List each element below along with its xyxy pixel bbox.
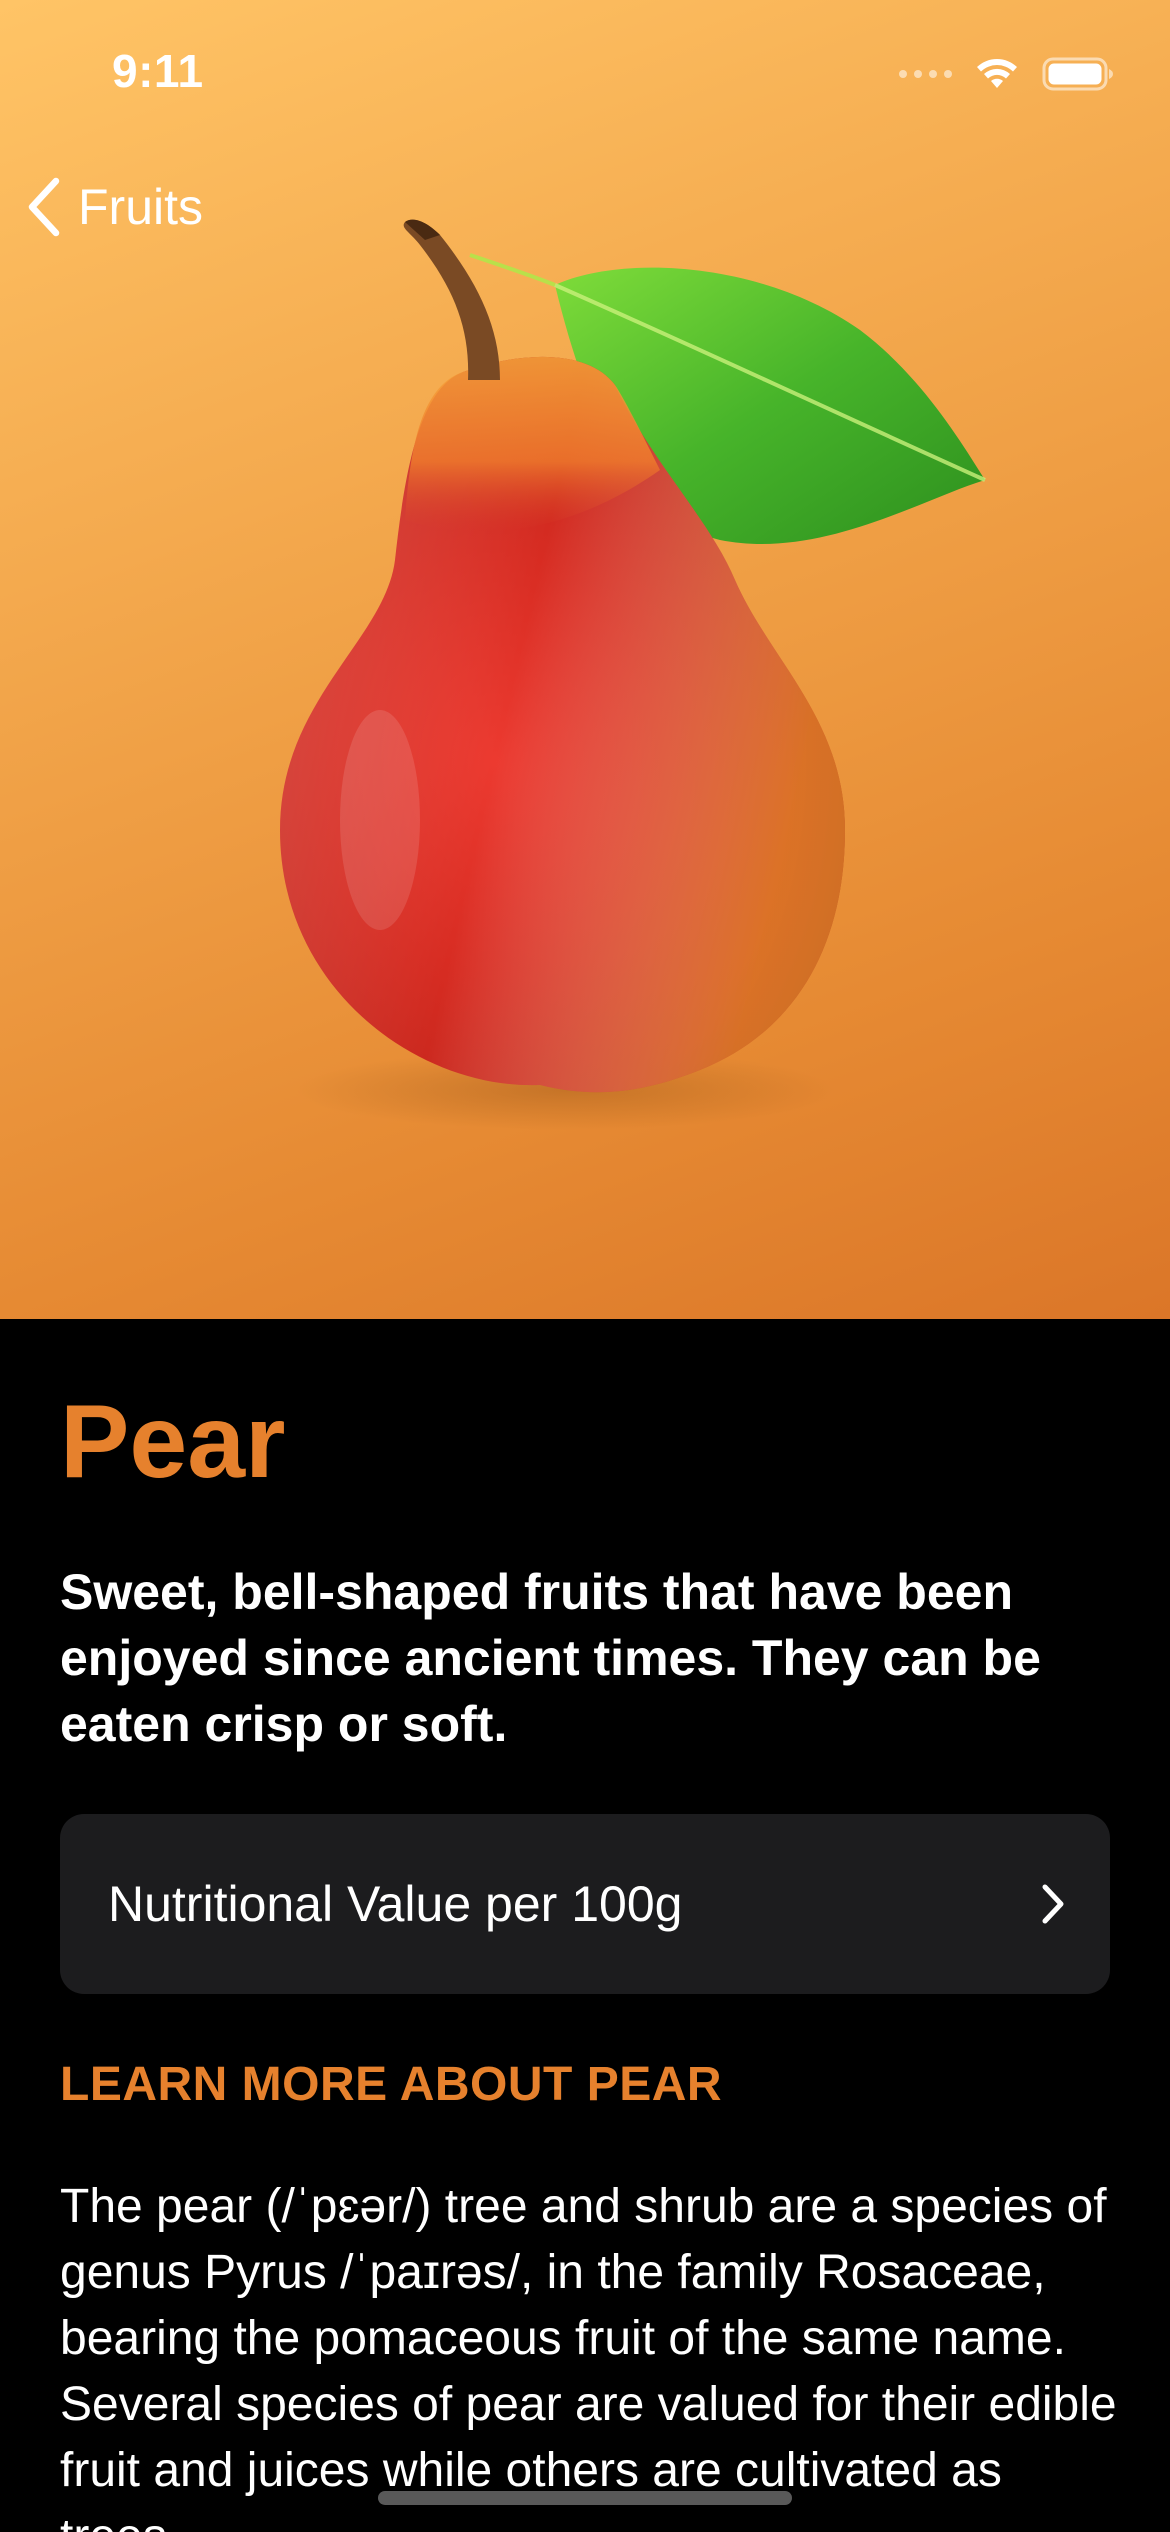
fruit-description: The pear (/ˈpɛər/) tree and shrub are a … [60,2180,1117,2532]
chevron-left-icon [28,177,60,237]
fruit-summary: Sweet, bell-shaped fruits that have been… [60,1564,1041,1752]
back-button-label: Fruits [78,179,203,235]
back-button[interactable]: Fruits [26,172,203,242]
fruit-detail-screen: 9:11 Fruits Pear Sweet, bell-shaped frui… [0,0,1170,2532]
cellular-dots-icon [899,70,952,78]
battery-icon [1042,57,1113,91]
nutritional-value-label: Nutritional Value per 100g [108,1876,683,1932]
chevron-right-icon [1042,1884,1064,1924]
status-icons [899,56,1114,92]
fruit-details: Pear Sweet, bell-shaped fruits that have… [0,1319,1170,2532]
fruit-title: Pear [60,1384,286,1500]
learn-more-header: LEARN MORE ABOUT PEAR [60,2058,723,2111]
status-time: 9:11 [112,45,204,97]
pear-image [280,219,986,1130]
home-indicator[interactable] [378,2491,792,2505]
status-bar: 9:11 [0,0,1170,140]
wifi-icon [977,59,1017,88]
nutritional-value-button[interactable]: Nutritional Value per 100g [60,1814,1110,1994]
hero-header: 9:11 Fruits [0,0,1170,1319]
